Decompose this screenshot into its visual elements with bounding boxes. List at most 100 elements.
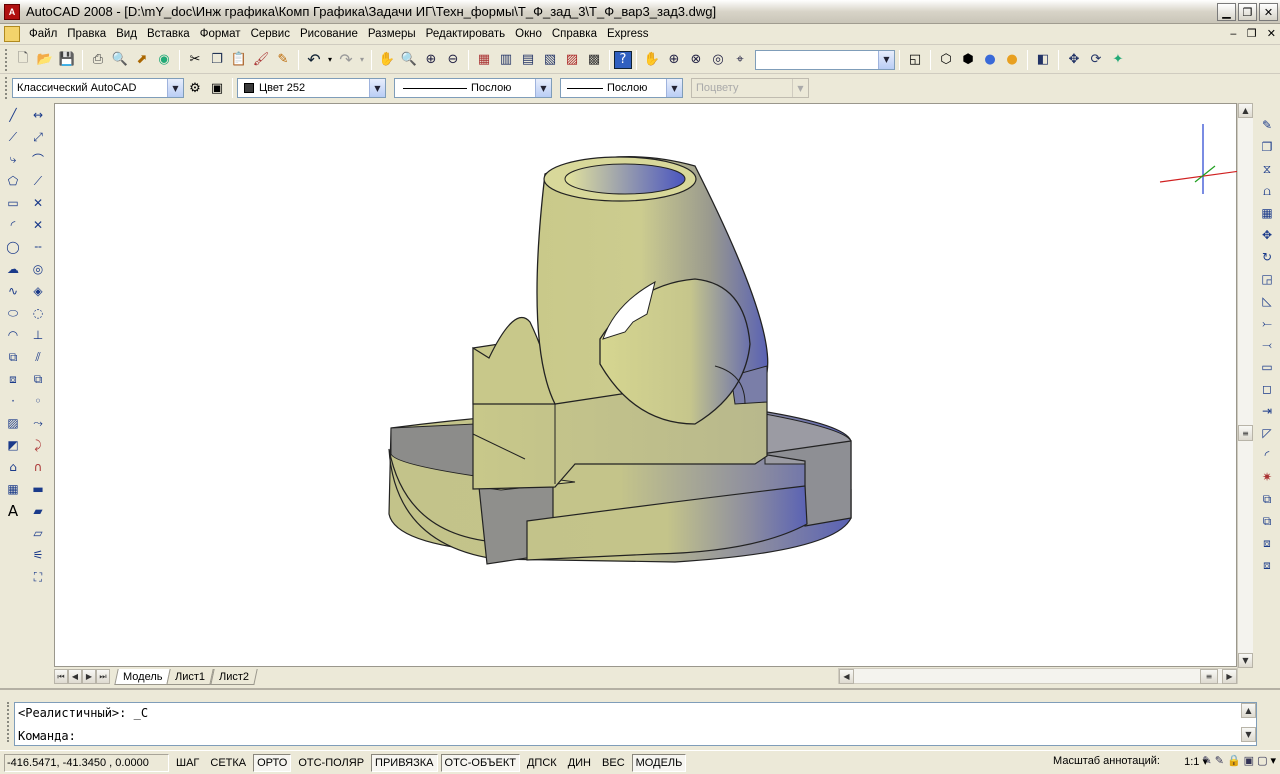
publish-icon[interactable]: ⬈ bbox=[131, 49, 153, 71]
zoom-window-icon[interactable]: ⊕ bbox=[420, 49, 442, 71]
chevron-down-icon[interactable]: ▼ bbox=[878, 50, 894, 69]
grid-toggle[interactable]: СЕТКА bbox=[206, 754, 250, 772]
menu-help[interactable]: Справка bbox=[547, 28, 602, 40]
tab-prev-icon[interactable]: ◀ bbox=[68, 669, 82, 684]
chevron-down-icon[interactable]: ▼ bbox=[666, 79, 682, 97]
minimize-button[interactable]: ▁ bbox=[1217, 3, 1236, 21]
gradient-icon[interactable]: ◩ bbox=[2, 434, 24, 456]
dim-style-icon[interactable]: ⚟ bbox=[27, 544, 49, 566]
orbit-icon[interactable]: ◎ bbox=[707, 49, 729, 71]
chevron-down-icon[interactable]: ▼ bbox=[535, 79, 551, 97]
design-center-icon[interactable]: ▥ bbox=[495, 49, 517, 71]
tray-settings-icon[interactable]: ▣ bbox=[1244, 754, 1254, 767]
tab-layout2[interactable]: Лист2 bbox=[209, 668, 258, 685]
ellipse-arc-icon[interactable]: ◠ bbox=[2, 324, 24, 346]
point-icon[interactable]: · bbox=[2, 390, 24, 412]
arc-icon[interactable]: ◜ bbox=[2, 214, 24, 236]
dim-edit-icon[interactable]: ▬ bbox=[27, 478, 49, 500]
copy-icon[interactable]: ❐ bbox=[206, 49, 228, 71]
offset-icon[interactable]: ⩍ bbox=[1256, 180, 1278, 202]
open-file-icon[interactable]: 📂 bbox=[34, 49, 56, 71]
explode-icon[interactable]: ✷ bbox=[1256, 466, 1278, 488]
text-icon[interactable]: A bbox=[2, 500, 24, 522]
named-views-icon[interactable]: ⌖ bbox=[729, 49, 751, 71]
pan-realtime-icon[interactable]: ✋ bbox=[376, 49, 398, 71]
erase-icon[interactable]: ✎ bbox=[1256, 114, 1278, 136]
command-area[interactable]: <Реалистичный>: _C Команда: ▲ ▼ bbox=[14, 702, 1257, 746]
walk-icon[interactable]: ✦ bbox=[1107, 49, 1129, 71]
close-button[interactable]: ✕ bbox=[1259, 3, 1278, 21]
block-editor-icon[interactable]: ✎ bbox=[272, 49, 294, 71]
menu-modify[interactable]: Редактировать bbox=[421, 28, 510, 40]
jogged-linear-icon[interactable]: ∩ bbox=[27, 456, 49, 478]
jogged-dim-icon[interactable]: ✕ bbox=[27, 214, 49, 236]
rectangle-icon[interactable]: ▭ bbox=[2, 192, 24, 214]
3d-dwf-icon[interactable]: ◉ bbox=[153, 49, 175, 71]
auto-scale-icon[interactable]: ✎ bbox=[1215, 754, 1224, 767]
scroll-thumb[interactable]: ≡ bbox=[1238, 425, 1253, 441]
dim-update-icon[interactable]: ▱ bbox=[27, 522, 49, 544]
menu-window[interactable]: Окно bbox=[510, 28, 547, 40]
polar-toggle[interactable]: ОТС-ПОЛЯР bbox=[294, 754, 368, 772]
horizontal-scrollbar[interactable]: ◀ ≡ ▶ bbox=[838, 668, 1238, 684]
cmd-scroll-down-icon[interactable]: ▼ bbox=[1241, 727, 1256, 742]
dim-space-icon[interactable]: ⫽ bbox=[27, 346, 49, 368]
menu-insert[interactable]: Вставка bbox=[142, 28, 195, 40]
undo-icon[interactable]: ↶ bbox=[303, 49, 325, 71]
aligned-dim-icon[interactable]: ⤢ bbox=[27, 126, 49, 148]
circle-icon[interactable]: ◯ bbox=[2, 236, 24, 258]
shaded-sphere-icon[interactable]: ● bbox=[979, 49, 1001, 71]
mirror-icon[interactable]: ⧖ bbox=[1256, 158, 1278, 180]
cmd-scroll-up-icon[interactable]: ▲ bbox=[1241, 703, 1256, 718]
paste-icon[interactable]: 📋 bbox=[228, 49, 250, 71]
scroll-down-icon[interactable]: ▼ bbox=[1238, 653, 1253, 668]
chamfer-icon[interactable]: ◸ bbox=[1256, 422, 1278, 444]
menu-file[interactable]: Файл bbox=[24, 28, 62, 40]
workspace-settings-icon[interactable]: ⚙ bbox=[184, 77, 206, 99]
table-icon[interactable]: ▦ bbox=[2, 478, 24, 500]
help-icon[interactable]: ? bbox=[614, 50, 632, 69]
dim-text-edit-icon[interactable]: ▰ bbox=[27, 500, 49, 522]
zoom-realtime-icon[interactable]: 🔍 bbox=[398, 49, 420, 71]
continue-dim-icon[interactable]: ⊥ bbox=[27, 324, 49, 346]
break-icon[interactable]: ◻ bbox=[1256, 378, 1278, 400]
sheet-set-icon[interactable]: ▧ bbox=[539, 49, 561, 71]
construction-line-icon[interactable]: ⟋ bbox=[2, 126, 24, 148]
tab-first-icon[interactable]: ⏮ bbox=[54, 669, 68, 684]
plot-icon[interactable]: ⎙ bbox=[87, 49, 109, 71]
zoom-icon-2[interactable]: ⊕ bbox=[663, 49, 685, 71]
vertical-scrollbar[interactable]: ▲ ≡ ▼ bbox=[1237, 103, 1253, 668]
polygon-icon[interactable]: ⬠ bbox=[2, 170, 24, 192]
pan-icon-2[interactable]: ✋ bbox=[641, 49, 663, 71]
draworder-back-icon[interactable]: ⧉ bbox=[1256, 510, 1278, 532]
ordinate-dim-icon[interactable]: ⟋ bbox=[27, 170, 49, 192]
render-sphere-icon[interactable]: ● bbox=[1001, 49, 1023, 71]
scale-icon[interactable]: ◲ bbox=[1256, 268, 1278, 290]
dim-break-icon[interactable]: ⧉ bbox=[27, 368, 49, 390]
break-at-point-icon[interactable]: ▭ bbox=[1256, 356, 1278, 378]
match-properties-icon[interactable]: 🖌 bbox=[250, 49, 272, 71]
draworder-under-icon[interactable]: ⧈ bbox=[1256, 554, 1278, 576]
join-icon[interactable]: ⇥ bbox=[1256, 400, 1278, 422]
calculator-icon[interactable]: ▩ bbox=[583, 49, 605, 71]
diameter-dim-icon[interactable]: ╌ bbox=[27, 236, 49, 258]
model-toggle[interactable]: МОДЕЛЬ bbox=[631, 753, 687, 772]
3d-orbit-icon[interactable]: ⟳ bbox=[1085, 49, 1107, 71]
make-block-icon[interactable]: ⧈ bbox=[2, 368, 24, 390]
scroll-right-icon[interactable]: ▶ bbox=[1222, 669, 1237, 684]
baseline-dim-icon[interactable]: ◌ bbox=[27, 302, 49, 324]
toolbar-grip-2[interactable] bbox=[5, 77, 9, 99]
linetype-select[interactable]: Послою ▼ bbox=[394, 78, 552, 98]
dim-override-icon[interactable]: ⛶ bbox=[27, 566, 49, 588]
zoom-extents-icon[interactable]: ⊗ bbox=[685, 49, 707, 71]
tab-next-icon[interactable]: ▶ bbox=[82, 669, 96, 684]
new-file-icon[interactable]: 🗋 bbox=[12, 49, 34, 71]
wireframe-icon[interactable]: ⬢ bbox=[957, 49, 979, 71]
doc-restore-icon[interactable]: ❐ bbox=[1247, 27, 1257, 40]
spline-icon[interactable]: ∿ bbox=[2, 280, 24, 302]
clean-screen-icon[interactable]: ▢ bbox=[1257, 754, 1267, 767]
menu-express[interactable]: Express bbox=[602, 28, 654, 40]
arc-length-icon[interactable]: ⌒ bbox=[27, 148, 49, 170]
color-select[interactable]: Цвет 252 ▼ bbox=[237, 78, 386, 98]
properties-icon[interactable]: ▦ bbox=[473, 49, 495, 71]
